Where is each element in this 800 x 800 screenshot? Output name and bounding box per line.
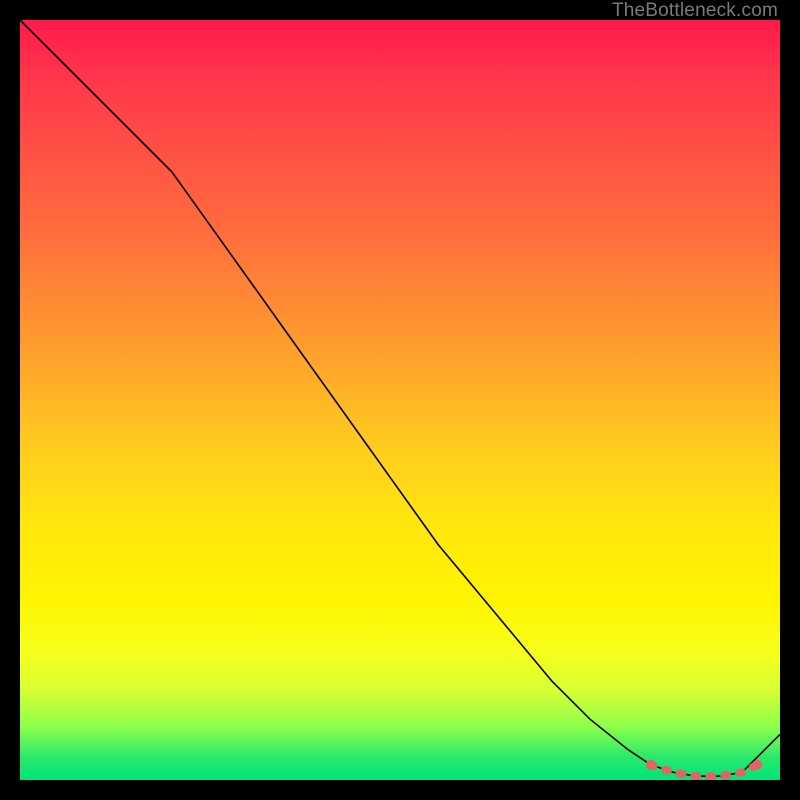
- watermark-text: TheBottleneck.com: [612, 0, 778, 22]
- plot-area: [20, 20, 780, 780]
- plot-svg: [20, 20, 780, 780]
- chart-frame: TheBottleneck.com: [0, 0, 800, 800]
- curve-line: [20, 20, 780, 776]
- highlight-dotted: [646, 760, 762, 776]
